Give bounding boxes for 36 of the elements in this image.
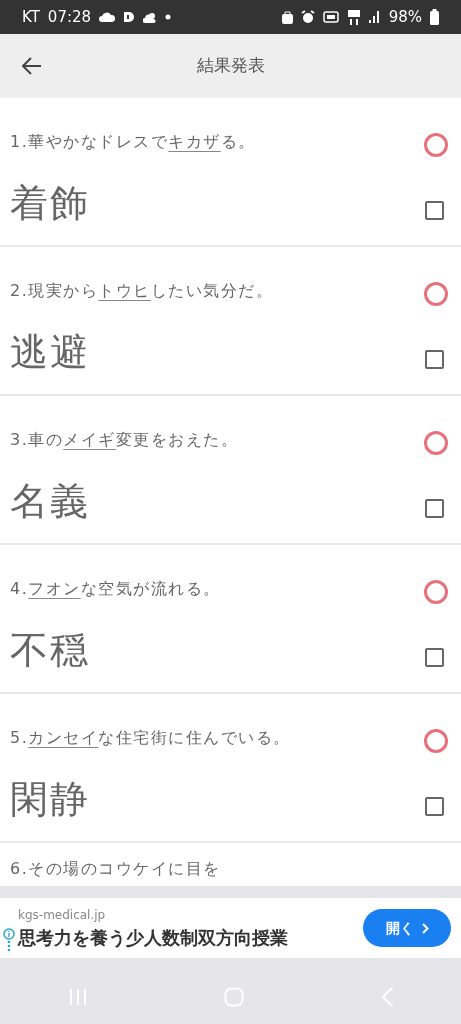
- checkbox[interactable]: [425, 498, 444, 518]
- battery-icon: [430, 9, 439, 25]
- app-icon: [123, 11, 136, 23]
- answer-text: 逃避: [10, 333, 90, 371]
- weather-icon: [143, 11, 158, 23]
- info-icon[interactable]: [3, 928, 15, 940]
- question-text: 3.車のメイギ変更をおえた。: [10, 429, 239, 451]
- checkbox[interactable]: [425, 647, 444, 667]
- answer-text: 着飾: [10, 184, 90, 222]
- more-icon[interactable]: [7, 940, 11, 952]
- battery-percent: 98%: [388, 6, 422, 28]
- clock-label: 07:28: [47, 6, 92, 28]
- chevron-right-icon: [421, 922, 429, 934]
- answer-text: 閑静: [10, 780, 90, 818]
- cloud-icon: [99, 12, 116, 22]
- dot-icon: [165, 14, 172, 20]
- hd-icon: [322, 11, 339, 23]
- question-text: 4.フオン な空気が流れる。: [10, 578, 221, 600]
- question-text: 6.その場のコウケイに目を: [10, 858, 221, 880]
- signal-icon: [368, 11, 381, 23]
- checkbox[interactable]: [425, 200, 444, 220]
- alarm-icon: [300, 10, 315, 24]
- back-icon[interactable]: [22, 57, 42, 75]
- checkbox[interactable]: [425, 796, 444, 816]
- question-text: 5.カンセイ な住宅街に住んでいる。: [10, 727, 291, 749]
- ad-headline: 思考力を養う少人数制双方向授業: [18, 925, 289, 950]
- lock-icon: [281, 10, 293, 24]
- ad-domain: kgs-medical.jp: [18, 906, 107, 924]
- checkbox[interactable]: [425, 349, 444, 369]
- question-text: 1.華やかなドレスでキカザ る。: [10, 131, 256, 153]
- open-button[interactable]: 開く: [363, 909, 451, 947]
- carrier-label: KT: [22, 6, 40, 28]
- answer-text: 不穏: [10, 631, 90, 669]
- question-text: 2.現実から トウヒ したい気分だ。: [10, 280, 274, 302]
- answer-text: 名義: [10, 482, 90, 520]
- screen-title: 結果発表: [195, 54, 266, 78]
